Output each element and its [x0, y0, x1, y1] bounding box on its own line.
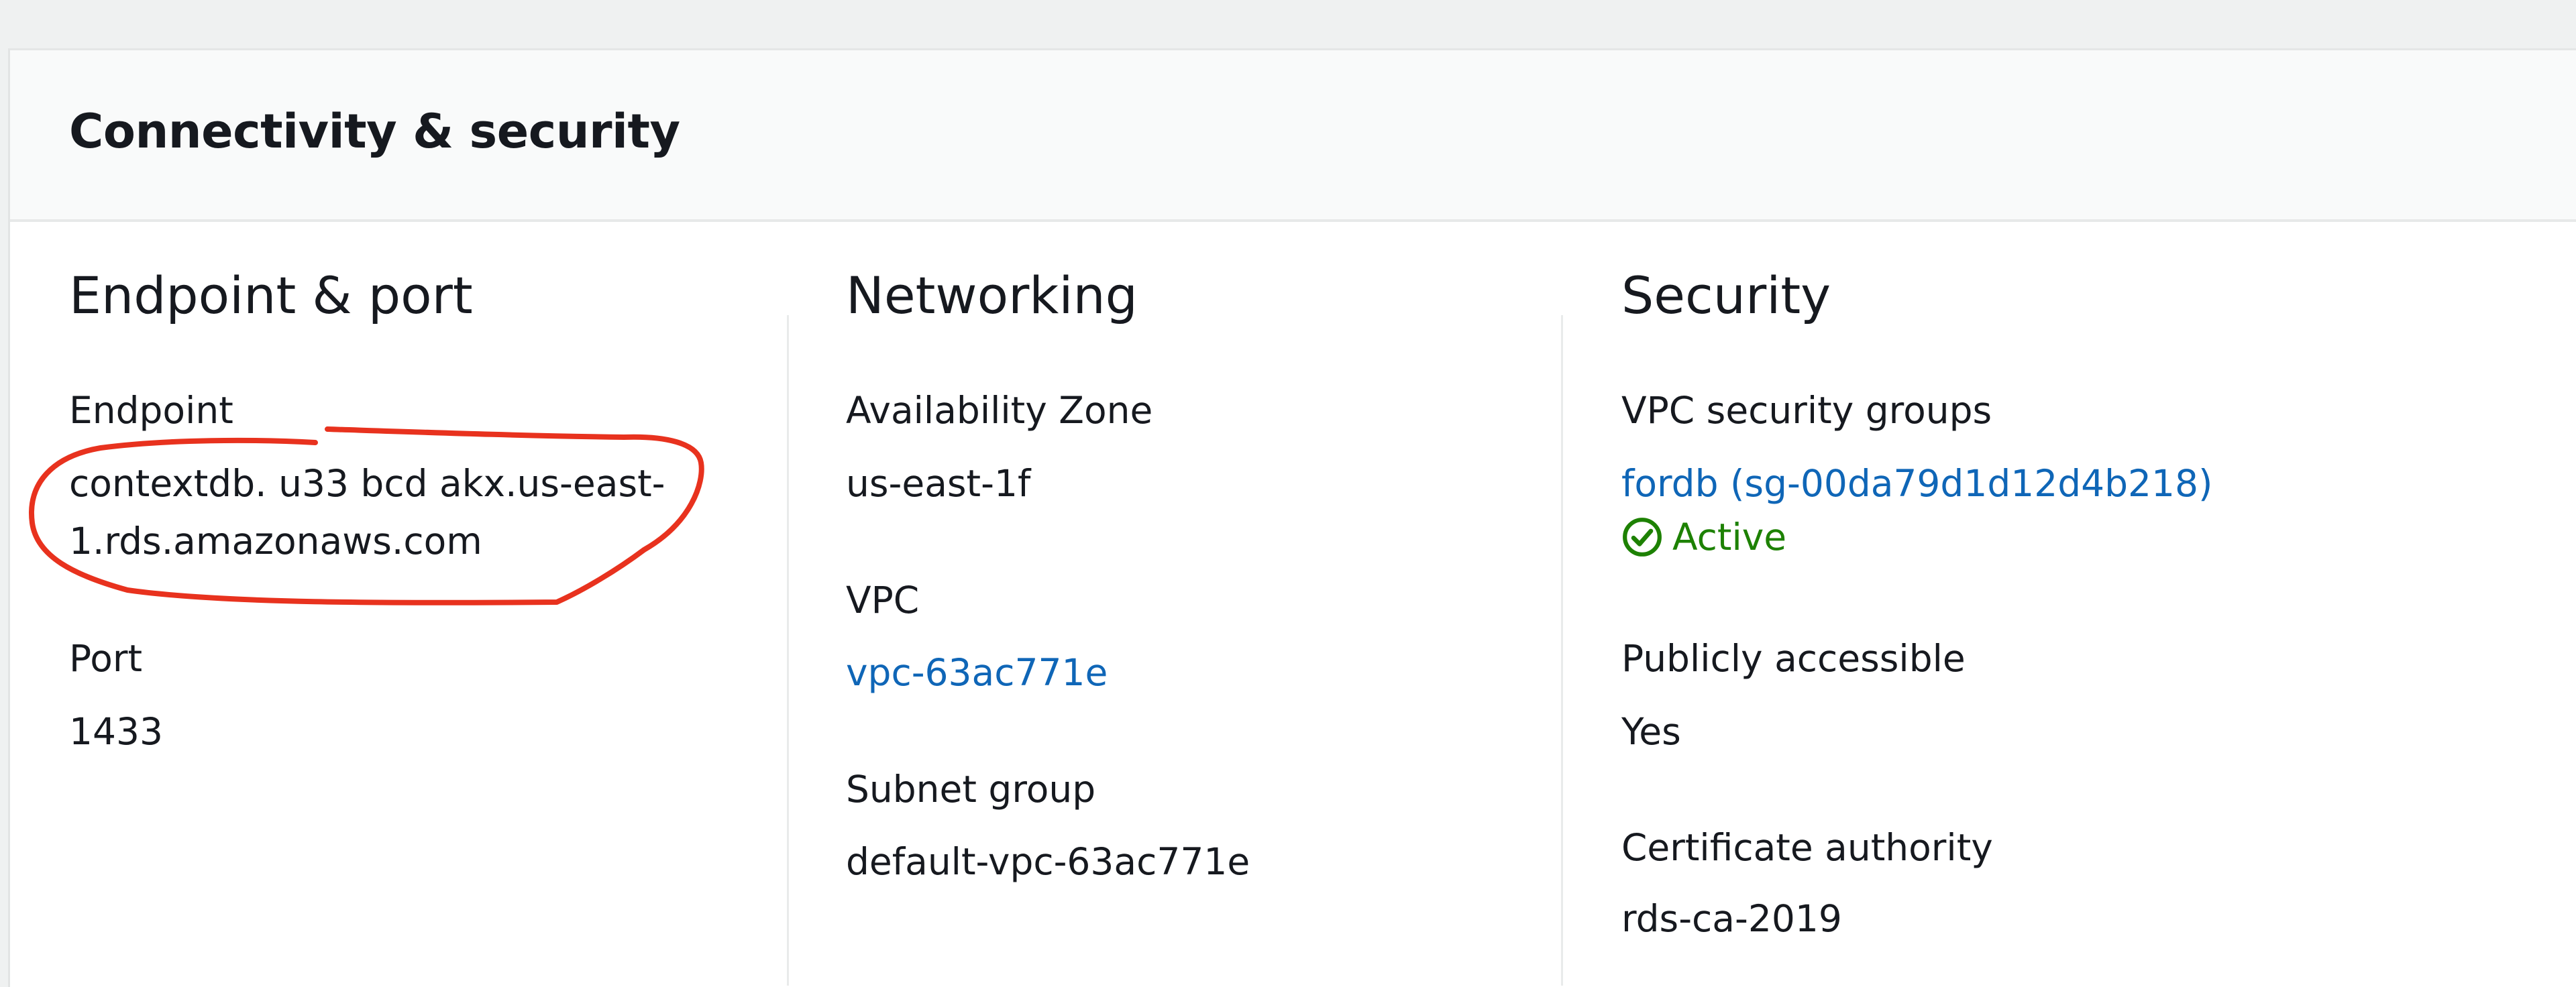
endpoint-port-heading: Endpoint & port — [69, 266, 473, 325]
port-value: 1433 — [69, 710, 163, 753]
subnet-group-label: Subnet group — [846, 768, 1096, 811]
vpc-link[interactable]: vpc-63ac771e — [846, 654, 1108, 691]
security-group-link[interactable]: fordb (sg-00da79d1d12d4b218) — [1621, 465, 2212, 502]
security-heading: Security — [1621, 266, 1831, 325]
endpoint-value-line1[interactable]: contextdb. u33 bcd akx.us-east- — [69, 465, 665, 502]
publicly-accessible-label: Publicly accessible — [1621, 637, 1966, 680]
certificate-authority-value: rds-ca-2019 — [1621, 897, 1842, 940]
port-label: Port — [69, 637, 143, 680]
check-circle-icon — [1623, 518, 1662, 557]
connectivity-security-panel: Connectivity & security Endpoint & port … — [8, 48, 2576, 987]
vpc-label: VPC — [846, 579, 920, 622]
column-divider — [787, 315, 789, 986]
publicly-accessible-value: Yes — [1621, 710, 1681, 753]
panel-header: Connectivity & security — [10, 50, 2576, 222]
endpoint-label: Endpoint — [69, 389, 233, 432]
vpc-security-groups-label: VPC security groups — [1621, 389, 1992, 432]
panel-title: Connectivity & security — [69, 104, 680, 159]
availability-zone-label: Availability Zone — [846, 389, 1153, 432]
column-divider — [1561, 315, 1563, 986]
subnet-group-value: default-vpc-63ac771e — [846, 840, 1250, 883]
availability-zone-value: us-east-1f — [846, 462, 1031, 505]
networking-heading: Networking — [846, 266, 1138, 325]
certificate-authority-label: Certificate authority — [1621, 826, 1993, 869]
endpoint-value-line2[interactable]: 1.rds.amazonaws.com — [69, 523, 482, 560]
security-group-status: Active — [1621, 516, 1786, 558]
status-text: Active — [1672, 515, 1787, 559]
